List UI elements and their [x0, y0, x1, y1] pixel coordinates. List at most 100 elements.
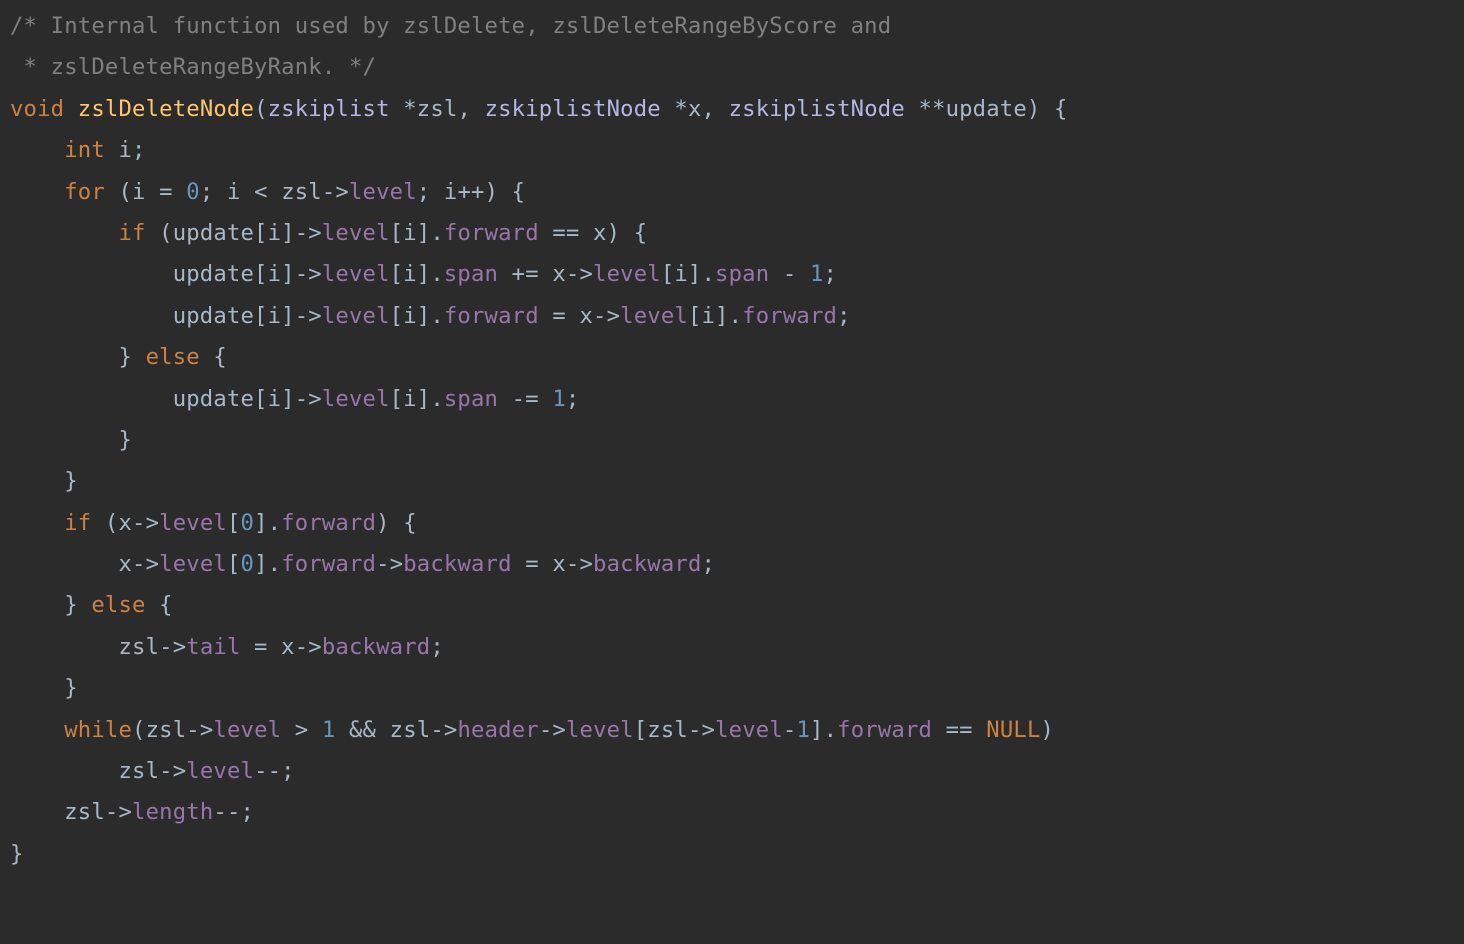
gutter-mark — [0, 751, 10, 792]
code-line[interactable]: update[i]->level[i].forward = x->level[i… — [0, 296, 1464, 337]
code-token: zslDeleteNode — [78, 96, 254, 122]
code-editor[interactable]: /* Internal function used by zslDelete, … — [0, 0, 1464, 875]
code-line[interactable]: * zslDeleteRangeByRank. */ — [0, 47, 1464, 88]
code-token: forward — [444, 220, 539, 246]
gutter-mark — [0, 47, 10, 88]
code-token: /* Internal function used by zslDelete, … — [10, 13, 891, 39]
code-token: += x-> — [498, 261, 593, 287]
code-token: level — [566, 717, 634, 743]
code-token: = x-> — [241, 634, 322, 660]
code-token: } — [10, 427, 132, 453]
code-token: *zsl, — [390, 96, 485, 122]
code-token: [i]. — [390, 303, 444, 329]
code-token: ; i++) { — [417, 179, 525, 205]
code-line[interactable]: zsl->tail = x->backward; — [0, 627, 1464, 668]
code-line[interactable]: } — [0, 668, 1464, 709]
code-token: { — [200, 344, 227, 370]
code-token: (zsl-> — [132, 717, 213, 743]
code-token: ; — [566, 386, 580, 412]
code-token: - — [769, 261, 810, 287]
code-token: header — [457, 717, 538, 743]
code-token: && zsl-> — [335, 717, 457, 743]
code-token: level — [159, 551, 227, 577]
code-token: (update[i]-> — [146, 220, 322, 246]
code-token: level — [213, 717, 281, 743]
code-line[interactable]: } — [0, 834, 1464, 875]
code-token: update[i]-> — [10, 386, 322, 412]
code-token: forward — [742, 303, 837, 329]
code-token: ]. — [254, 510, 281, 536]
code-line[interactable]: if (x->level[0].forward) { — [0, 503, 1464, 544]
code-token: level — [322, 261, 390, 287]
code-line[interactable]: int i; — [0, 130, 1464, 171]
code-token: (x-> — [91, 510, 159, 536]
code-line[interactable]: if (update[i]->level[i].forward == x) { — [0, 213, 1464, 254]
code-token: NULL — [986, 717, 1040, 743]
code-token: -> — [376, 551, 403, 577]
code-token: = x-> — [539, 303, 620, 329]
code-token: backward — [403, 551, 511, 577]
gutter-mark — [0, 668, 10, 709]
code-token: } — [10, 468, 78, 494]
gutter-mark — [0, 710, 10, 751]
code-token: else — [91, 592, 145, 618]
code-token: ; — [430, 634, 444, 660]
code-line[interactable]: for (i = 0; i < zsl->level; i++) { — [0, 172, 1464, 213]
code-token: ; — [702, 551, 716, 577]
code-line[interactable]: } else { — [0, 585, 1464, 626]
code-line[interactable]: } else { — [0, 337, 1464, 378]
gutter-mark — [0, 503, 10, 544]
code-token: 1 — [796, 717, 810, 743]
code-token: zsl-> — [10, 634, 186, 660]
code-token: ]. — [254, 551, 281, 577]
code-line[interactable]: update[i]->level[i].span -= 1; — [0, 379, 1464, 420]
code-token: forward — [281, 510, 376, 536]
code-token: level — [349, 179, 417, 205]
code-token — [10, 510, 64, 536]
code-line[interactable]: } — [0, 461, 1464, 502]
code-token: == x) { — [539, 220, 647, 246]
gutter-mark — [0, 337, 10, 378]
code-line[interactable]: zsl->length--; — [0, 792, 1464, 833]
code-line[interactable]: } — [0, 420, 1464, 461]
code-token — [64, 96, 78, 122]
code-token: level — [593, 261, 661, 287]
code-line[interactable]: void zslDeleteNode(zskiplist *zsl, zskip… — [0, 89, 1464, 130]
code-token: level — [159, 510, 227, 536]
code-token: while — [64, 717, 132, 743]
code-token: for — [64, 179, 105, 205]
code-token: 0 — [186, 179, 200, 205]
code-token: level — [620, 303, 688, 329]
code-token: zskiplist — [268, 96, 390, 122]
gutter-mark — [0, 544, 10, 585]
code-token: forward — [444, 303, 539, 329]
code-token: 1 — [322, 717, 336, 743]
code-token: ; i < zsl-> — [200, 179, 349, 205]
gutter-mark — [0, 213, 10, 254]
code-token: } — [10, 344, 146, 370]
code-token: } — [10, 675, 78, 701]
gutter-mark — [0, 461, 10, 502]
code-line[interactable]: /* Internal function used by zslDelete, … — [0, 6, 1464, 47]
code-token: [i]. — [390, 386, 444, 412]
code-token: int — [64, 137, 105, 163]
code-token: ( — [254, 96, 268, 122]
code-token: if — [64, 510, 91, 536]
code-line[interactable]: while(zsl->level > 1 && zsl->header->lev… — [0, 710, 1464, 751]
code-token: ]. — [810, 717, 837, 743]
code-line[interactable]: zsl->level--; — [0, 751, 1464, 792]
code-token: 0 — [241, 510, 255, 536]
code-token: length — [132, 799, 213, 825]
code-token: - — [783, 717, 797, 743]
code-token: = x-> — [512, 551, 593, 577]
code-token: * zslDeleteRangeByRank. */ — [10, 54, 376, 80]
gutter-mark — [0, 130, 10, 171]
code-line[interactable]: update[i]->level[i].span += x->level[i].… — [0, 254, 1464, 295]
code-token — [10, 179, 64, 205]
code-token: } — [10, 841, 24, 867]
code-token: } — [10, 592, 91, 618]
code-token: [i]. — [390, 261, 444, 287]
code-line[interactable]: x->level[0].forward->backward = x->backw… — [0, 544, 1464, 585]
gutter-mark — [0, 89, 10, 130]
code-token: zskiplistNode — [729, 96, 905, 122]
